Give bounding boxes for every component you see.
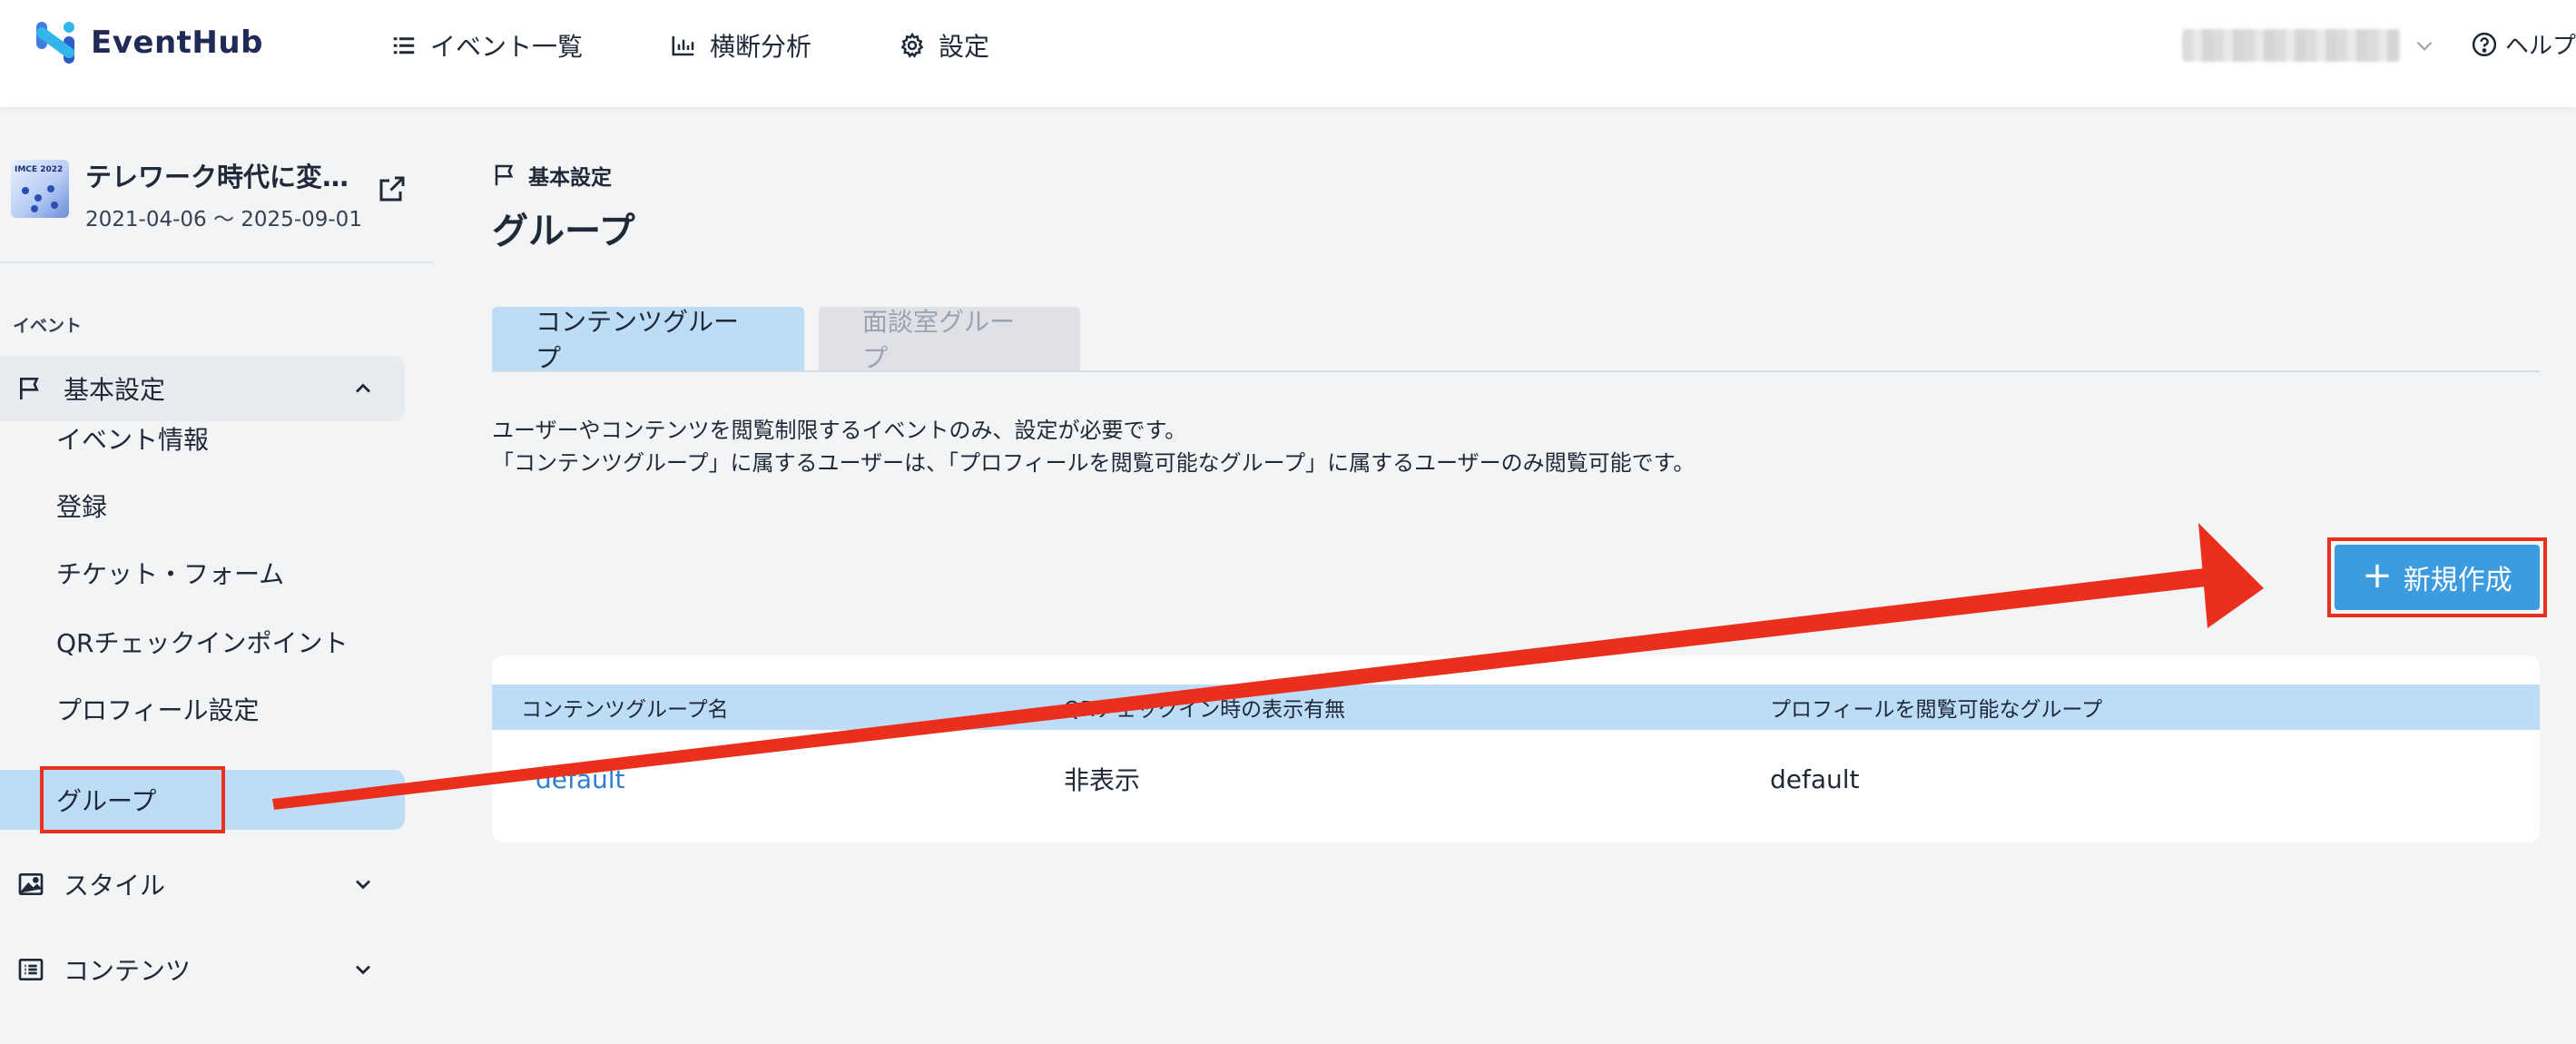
sidebar-item-profile-settings[interactable]: プロフィール設定 (0, 679, 405, 739)
sidebar-divider (0, 261, 434, 263)
table-header: コンテンツグループ名 QRチェックイン時の表示有無 プロフィールを閲覧可能なグル… (492, 685, 2540, 730)
event-card[interactable]: IMCE 2022 テレワーク時代に変… 2021-04-06 ～ 2025-0… (11, 156, 428, 238)
flag-icon (20, 378, 39, 399)
chevron-up-icon (356, 383, 370, 393)
event-thumbnail: IMCE 2022 (11, 160, 69, 218)
sidebar-item-label: イベント情報 (56, 425, 210, 455)
top-header: EventHub イベント一覧 横断分析 設定 ヘルプ (0, 0, 2576, 107)
chevron-down-icon (356, 880, 370, 890)
help-link[interactable]: ヘルプ (2471, 27, 2576, 61)
sidebar-item-label: プロフィール設定 (56, 695, 260, 725)
description-line: ユーザーやコンテンツを閲覧制限するイベントのみ、設定が必要です。 (492, 418, 1187, 443)
help-circle-icon (2472, 32, 2497, 56)
sidebar-group-label: スタイル (64, 871, 166, 901)
event-title: テレワーク時代に変… (85, 162, 349, 192)
event-dates: 2021-04-06 ～ 2025-09-01 (85, 208, 362, 231)
chevron-down-icon (2416, 41, 2433, 51)
sidebar-item-registration[interactable]: 登録 (0, 476, 405, 536)
sidebar: IMCE 2022 テレワーク時代に変… 2021-04-06 ～ 2025-0… (0, 107, 434, 1044)
sidebar-item-label: QRチェックインポイント (56, 628, 349, 658)
flag-icon (495, 164, 514, 186)
app-name: EventHub (91, 25, 263, 61)
tab-content-group[interactable]: コンテンツグループ (492, 307, 804, 373)
bar-chart-icon (672, 36, 694, 56)
plus-icon: + (2362, 555, 2393, 596)
description: ユーザーやコンテンツを閲覧制限するイベントのみ、設定が必要です。 「コンテンツグ… (492, 414, 1695, 479)
tab-meeting-room-group[interactable]: 面談室グループ (819, 307, 1080, 373)
table-row: default 非表示 default (492, 746, 2540, 812)
chevron-down-icon (356, 965, 370, 975)
list-box-icon (18, 959, 44, 980)
column-header: QRチェックイン時の表示有無 (1064, 698, 1346, 722)
gear-icon (900, 32, 924, 58)
breadcrumb-label: 基本設定 (528, 166, 612, 190)
group-table: コンテンツグループ名 QRチェックイン時の表示有無 プロフィールを閲覧可能なグル… (492, 655, 2540, 842)
list-icon (393, 37, 415, 54)
nav-event-list[interactable]: イベント一覧 (390, 27, 583, 64)
external-link-icon[interactable] (376, 172, 408, 205)
user-menu[interactable] (2182, 29, 2436, 62)
sidebar-item-event-info[interactable]: イベント情報 (0, 409, 405, 468)
group-tabs: コンテンツグループ 面談室グループ (492, 307, 1080, 373)
description-line: 「コンテンツグループ」に属するユーザーは、「プロフィールを閲覧可能なグループ」に… (492, 450, 1696, 476)
nav-label: 横断分析 (710, 32, 812, 62)
logo[interactable]: EventHub (33, 20, 263, 65)
page-title: グループ (492, 211, 635, 252)
thumb-text: IMCE 2022 (15, 165, 64, 174)
help-label: ヘルプ (2505, 33, 2576, 60)
blurred-username (2182, 29, 2400, 62)
qr-display-cell: 非表示 (1064, 765, 1141, 795)
annotation-highlight-group-item (40, 766, 225, 833)
sidebar-item-ticket-form[interactable]: チケット・フォーム (0, 543, 405, 603)
main-nav: イベント一覧 横断分析 設定 (390, 0, 989, 91)
sidebar-group-contents[interactable]: コンテンツ (0, 937, 405, 1002)
profile-group-cell: default (1770, 763, 1860, 794)
tab-divider (492, 370, 2540, 372)
new-create-label: 新規作成 (2403, 565, 2512, 596)
sidebar-group-label: コンテンツ (64, 956, 192, 986)
sidebar-item-label: チケット・フォーム (56, 559, 285, 589)
column-header: プロフィールを閲覧可能なグループ (1770, 698, 2103, 722)
nav-label: 設定 (939, 32, 990, 62)
group-name-link[interactable]: default (536, 764, 625, 794)
nav-label: イベント一覧 (430, 32, 584, 62)
sidebar-group-label: 基本設定 (64, 375, 166, 405)
nav-settings[interactable]: 設定 (899, 27, 989, 64)
sidebar-group-style[interactable]: スタイル (0, 852, 405, 917)
sidebar-item-label: 登録 (56, 492, 108, 522)
image-icon (18, 873, 44, 895)
sidebar-section-label: イベント (13, 316, 83, 336)
eventhub-logo-icon (36, 22, 74, 64)
nav-cross-analysis[interactable]: 横断分析 (670, 27, 811, 64)
breadcrumb[interactable]: 基本設定 (492, 160, 612, 191)
sidebar-item-qr-checkin[interactable]: QRチェックインポイント (0, 612, 405, 672)
new-create-button[interactable]: + 新規作成 (2335, 545, 2540, 610)
column-header: コンテンツグループ名 (521, 698, 729, 722)
